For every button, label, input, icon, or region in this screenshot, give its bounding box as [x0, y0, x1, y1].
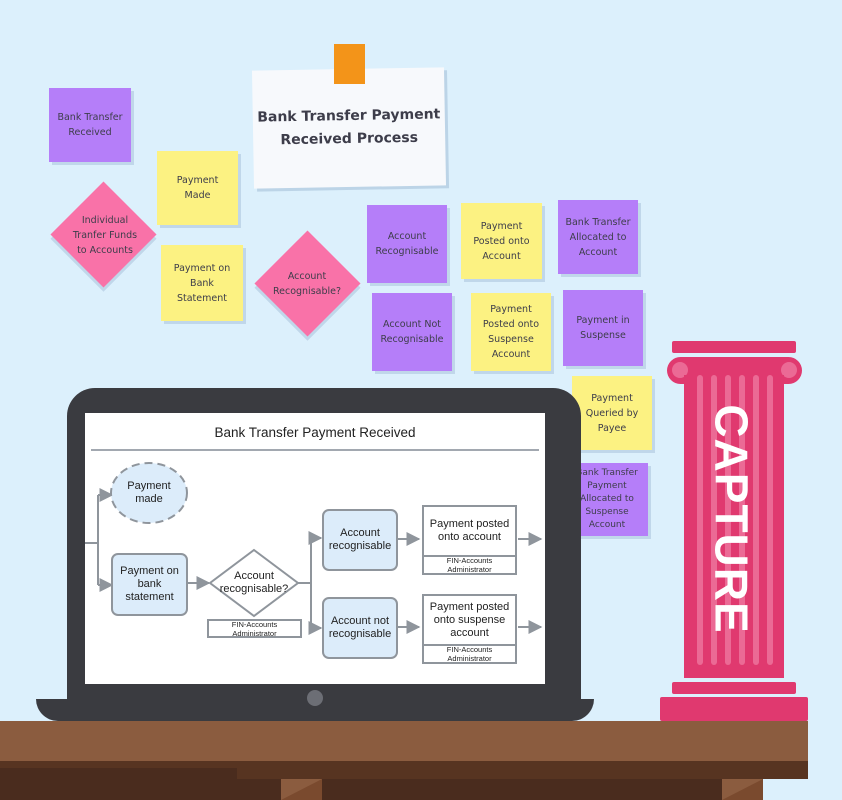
note-line: Individual: [81, 214, 129, 226]
node-line: recognisable: [328, 540, 392, 552]
note-line: Account: [482, 250, 521, 262]
node-line: bank: [137, 578, 162, 590]
process-title-card: Bank Transfer Payment Received Process: [251, 67, 447, 189]
sticky-note-payment-posted-onto-suspense-account: Payment Posted onto Suspense Account: [471, 293, 551, 371]
sticky-note-payment-queried-by-payee: Payment Queried by Payee: [572, 376, 652, 450]
note-line: Made: [184, 190, 211, 201]
node-line: account: [450, 626, 489, 639]
node-account-not-recognisable[interactable]: Account not recognisable: [322, 597, 398, 659]
posted-onto-account-role-label: FIN-Accounts Administrator: [422, 555, 517, 575]
sticky-note-account-not-recognisable: Account Not Recognisable: [372, 293, 452, 371]
role-line: FIN-Accounts: [446, 556, 493, 565]
node-line: made: [135, 493, 163, 505]
decision-role-label: FIN-Accounts Administrator: [207, 619, 302, 638]
process-title-line-1: Bank Transfer Payment: [257, 106, 441, 126]
role-line: Administrator: [447, 565, 492, 574]
note-line: Received: [68, 127, 112, 138]
node-line: onto suspense: [433, 613, 506, 626]
note-line: Recognisable: [380, 334, 444, 345]
desk-underside: [0, 768, 237, 800]
node-line: Payment posted: [429, 518, 510, 530]
node-line: Account: [234, 570, 274, 582]
note-line: Suspense: [580, 330, 626, 341]
note-line: Allocated to: [580, 494, 634, 504]
note-line: Bank: [190, 277, 214, 289]
note-line: Posted onto: [482, 319, 540, 330]
laptop-button: [307, 690, 323, 706]
note-line: Account: [491, 349, 531, 360]
sticky-note-bank-transfer-received: Bank Transfer Received: [49, 88, 131, 162]
node-decision-account-recognisable[interactable]: Account recognisable?: [213, 565, 295, 601]
note-line: Bank Transfer: [576, 468, 638, 478]
note-line: Statement: [176, 292, 227, 304]
node-line: statement: [125, 591, 174, 603]
note-line: Account Not: [382, 319, 442, 330]
node-line: Account not: [330, 615, 390, 627]
diamond-note-account-recognisable-text: Account Recognisable?: [257, 245, 357, 323]
sticky-note-payment-on-bank-statement: Payment on Bank Statement: [161, 245, 243, 321]
note-line: Payment: [591, 392, 633, 404]
note-line: Account: [287, 271, 327, 282]
note-line: Payment: [587, 481, 627, 491]
sticky-note-bank-transfer-allocated-to-account: Bank Transfer Allocated to Account: [558, 200, 638, 274]
note-line: Bank Transfer: [565, 216, 631, 228]
node-line: recognisable?: [219, 583, 289, 595]
node-payment-on-bank-statement[interactable]: Payment on bank statement: [111, 553, 188, 616]
note-line: Allocated to: [569, 231, 627, 243]
role-line: Administrator: [232, 628, 277, 638]
node-line: Payment posted: [429, 600, 510, 613]
node-line: onto account: [438, 531, 501, 543]
role-line: FIN-Accounts: [231, 619, 278, 629]
pillar-plinth: [660, 697, 808, 721]
note-line: Account: [578, 246, 618, 258]
note-line: Tranfer Funds: [72, 229, 138, 241]
desk-leg: [281, 779, 322, 800]
note-line: Payment: [480, 220, 523, 232]
desk-top: [0, 721, 808, 761]
note-line: Payee: [597, 422, 627, 434]
diamond-note-individual-transfer-text: Individual Tranfer Funds to Accounts: [55, 195, 155, 275]
sticky-note-payment-posted-onto-account: Payment Posted onto Account: [461, 203, 542, 279]
posted-onto-suspense-role-label: FIN-Accounts Administrator: [422, 644, 517, 664]
role-line: FIN-Accounts: [446, 645, 493, 654]
node-account-recognisable[interactable]: Account recognisable: [322, 509, 398, 571]
node-line: Account: [340, 527, 380, 539]
note-line: Account: [387, 231, 427, 242]
tape-strip: [334, 44, 365, 84]
sticky-note-payment-made: Payment Made: [157, 151, 238, 225]
pillar-base-ring: [672, 682, 796, 694]
pillar-label-container: CAPTURE: [679, 390, 785, 648]
desk-leg: [722, 779, 763, 800]
role-line: Administrator: [447, 654, 492, 663]
note-line: Payment: [176, 175, 219, 186]
note-line: Posted onto: [473, 235, 530, 247]
note-line: Payment on: [173, 262, 231, 274]
note-line: to Accounts: [77, 244, 133, 256]
sticky-note-payment-in-suspense: Payment in Suspense: [563, 290, 643, 366]
pillar-label: CAPTURE: [706, 404, 758, 634]
node-payment-posted-onto-suspense[interactable]: Payment posted onto suspense account: [422, 594, 517, 646]
node-payment-posted-onto-account[interactable]: Payment posted onto account: [422, 505, 517, 557]
note-line: Account: [588, 520, 626, 530]
note-line: Payment: [490, 304, 532, 315]
note-line: Recognisable?: [272, 286, 342, 297]
sticky-note-account-recognisable: Account Recognisable: [367, 205, 447, 283]
pillar-top-cap: [672, 341, 796, 353]
note-line: Bank Transfer: [57, 112, 123, 123]
note-line: Payment in: [576, 315, 630, 326]
laptop-screen: Bank Transfer Payment Received Payment m…: [85, 413, 545, 684]
process-title-line-2: Received Process: [280, 129, 419, 149]
note-line: Recognisable: [375, 246, 439, 257]
note-line: Suspense: [585, 507, 629, 517]
node-line: Payment on: [120, 565, 179, 577]
node-line: Payment: [127, 480, 171, 492]
node-line: recognisable: [328, 628, 392, 640]
note-line: Suspense: [488, 334, 534, 345]
note-line: Queried by: [585, 407, 639, 419]
node-payment-made[interactable]: Payment made: [111, 464, 187, 522]
